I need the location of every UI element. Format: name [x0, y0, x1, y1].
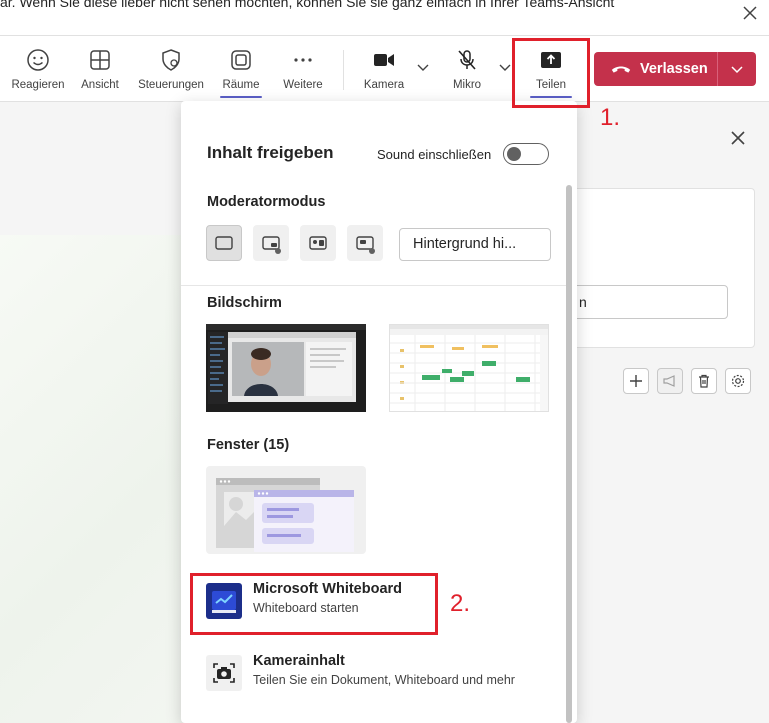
meeting-toolbar: Reagieren Ansicht Steuerungen Räume Weit… — [0, 36, 769, 102]
camera-button[interactable]: Kamera — [358, 42, 410, 98]
view-button[interactable]: Ansicht — [76, 42, 124, 98]
background-button[interactable]: Hintergrund hi... — [399, 228, 551, 261]
video-camera-icon — [374, 54, 394, 66]
leave-button-group: Verlassen — [594, 52, 756, 86]
content-only-mode-button[interactable] — [206, 225, 242, 261]
notification-banner: ar. Wenn Sie diese lieber nicht sehen mö… — [0, 0, 769, 36]
banner-text: ar. Wenn Sie diese lieber nicht sehen mö… — [0, 0, 615, 10]
side-panel-input[interactable]: n — [560, 285, 728, 319]
screen-preview-image — [206, 324, 366, 412]
mic-button[interactable]: Mikro — [442, 42, 492, 98]
rooms-label: Räume — [222, 79, 260, 91]
camera-content-item[interactable]: Kamerainhalt Teilen Sie ein Dokument, Wh… — [206, 649, 546, 697]
toolbar-separator — [343, 50, 344, 90]
standout-mode-button[interactable] — [253, 225, 289, 261]
camera-label: Kamera — [363, 79, 405, 91]
react-button[interactable]: Reagieren — [8, 42, 68, 98]
share-panel-title: Inhalt freigeben — [207, 143, 334, 162]
ellipsis-icon — [294, 58, 312, 62]
annotation-number-2: 2. — [450, 590, 471, 617]
presenter-mode-heading: Moderatormodus — [207, 194, 326, 210]
controls-label: Steuerungen — [138, 79, 204, 91]
rooms-button[interactable]: Räume — [216, 42, 266, 98]
screen-only-icon — [215, 236, 233, 250]
camera-options-chevron-icon[interactable] — [416, 60, 430, 74]
mic-off-icon — [458, 50, 476, 70]
gear-icon — [731, 374, 745, 388]
close-icon[interactable] — [728, 128, 748, 148]
standout-icon — [262, 236, 281, 254]
more-label: Weitere — [283, 79, 323, 91]
video-stage — [0, 235, 200, 723]
megaphone-icon — [663, 375, 675, 387]
rooms-icon — [231, 50, 251, 70]
whiteboard-annotation — [190, 573, 438, 635]
controls-button[interactable]: Steuerungen — [134, 42, 208, 98]
grid-icon — [90, 50, 110, 70]
side-panel-tools — [623, 368, 751, 394]
leave-label: Verlassen — [640, 61, 708, 77]
mic-options-chevron-icon[interactable] — [498, 60, 512, 74]
screen-heading: Bildschirm — [207, 295, 282, 311]
chevron-down-icon — [731, 66, 743, 74]
react-label: Reagieren — [11, 79, 65, 91]
reporter-icon — [356, 236, 375, 254]
side-by-side-icon — [309, 236, 327, 250]
screen-thumbnail-2[interactable] — [389, 324, 549, 412]
toggle-knob — [507, 147, 521, 161]
leave-button[interactable]: Verlassen — [594, 52, 718, 86]
announce-button[interactable] — [657, 368, 683, 394]
view-label: Ansicht — [81, 79, 119, 91]
window-preview-icon — [216, 478, 354, 552]
reporter-mode-button[interactable] — [347, 225, 383, 261]
plus-icon — [630, 375, 642, 387]
sound-toggle-label: Sound einschließen — [377, 147, 492, 162]
sound-toggle[interactable] — [503, 143, 549, 165]
trash-icon — [699, 374, 709, 388]
camera-content-icon — [206, 655, 242, 691]
mic-label: Mikro — [452, 79, 482, 91]
rooms-active-indicator — [220, 96, 262, 98]
delete-button[interactable] — [691, 368, 717, 394]
add-button[interactable] — [623, 368, 649, 394]
more-button[interactable]: Weitere — [278, 42, 328, 98]
annotation-number-1: 1. — [600, 104, 621, 131]
section-divider — [181, 285, 567, 286]
settings-button[interactable] — [725, 368, 751, 394]
screen-preview-image — [390, 325, 548, 411]
camera-content-title: Kamerainhalt — [253, 653, 345, 669]
side-by-side-mode-button[interactable] — [300, 225, 336, 261]
side-panel-card — [560, 188, 755, 348]
window-thumbnail[interactable] — [206, 466, 366, 554]
close-icon[interactable] — [741, 4, 759, 22]
share-button-annotation — [512, 38, 590, 108]
smiley-icon — [27, 49, 49, 71]
share-panel-scrollbar[interactable] — [566, 185, 572, 723]
hang-up-icon — [611, 66, 631, 73]
shield-gear-icon — [162, 49, 180, 71]
leave-options-button[interactable] — [718, 52, 756, 86]
camera-content-subtitle: Teilen Sie ein Dokument, Whiteboard und … — [253, 673, 515, 687]
screen-thumbnail-1[interactable] — [206, 324, 366, 412]
windows-heading: Fenster (15) — [207, 437, 290, 453]
